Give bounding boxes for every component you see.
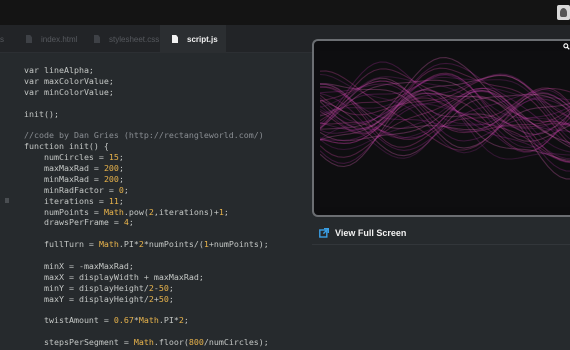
- fold-marker-icon[interactable]: [5, 198, 9, 203]
- code-line: maxX = displayWidth + maxMaxRad;: [24, 271, 204, 282]
- top-bar: [0, 0, 570, 25]
- tab-label: stylesheet.css: [109, 34, 160, 44]
- code-line: function init() {: [24, 141, 109, 152]
- code-line: init();: [24, 108, 59, 119]
- file-icon: [94, 35, 100, 43]
- code-line: var maxColorValue;: [24, 75, 114, 86]
- code-content[interactable]: var lineAlpha; var maxColorValue; var minC…: [24, 65, 269, 348]
- code-line: var minColorValue;: [24, 86, 114, 97]
- user-avatar[interactable]: [557, 5, 570, 20]
- search-icon[interactable]: [563, 43, 570, 50]
- code-line: //code by Dan Gries (http://rectanglewor…: [24, 130, 264, 141]
- code-line: iterations = 11;: [24, 195, 124, 206]
- file-icon: [172, 35, 178, 43]
- view-full-screen-label: View Full Screen: [335, 228, 407, 238]
- tab-stylesheet-css[interactable]: stylesheet.css: [86, 25, 160, 53]
- code-line: twistAmount = 0.67*Math.PI*2;: [24, 315, 189, 326]
- code-line: minX = -maxMaxRad;: [24, 261, 134, 272]
- tab-label: s: [0, 34, 4, 44]
- tab-partial[interactable]: s: [0, 25, 14, 53]
- code-line: numCircles = 15;: [24, 152, 124, 163]
- code-line: drawsPerFrame = 4;: [24, 217, 134, 228]
- code-line: fullTurn = Math.PI*2*numPoints/(1+numPoi…: [24, 239, 269, 250]
- file-icon: [26, 35, 32, 43]
- code-line: maxMaxRad = 200;: [24, 163, 124, 174]
- tab-label: script.js: [187, 34, 218, 44]
- preview-canvas: [320, 51, 570, 207]
- tab-script-js[interactable]: script.js: [160, 25, 226, 53]
- code-line: numPoints = Math.pow(2,iterations)+1;: [24, 206, 229, 217]
- code-line: var lineAlpha;: [24, 65, 94, 75]
- code-line: minRadFactor = 0;: [24, 184, 129, 195]
- tab-label: index.html: [41, 34, 78, 44]
- code-line: minMaxRad = 200;: [24, 173, 124, 184]
- code-line: maxY = displayHeight/2+50;: [24, 293, 174, 304]
- view-full-screen-button[interactable]: View Full Screen: [312, 222, 570, 245]
- code-line: stepsPerSegment = Math.floor(800/numCirc…: [24, 337, 269, 348]
- code-line: minY = displayHeight/2-50;: [24, 282, 174, 293]
- ribbon-artwork: [320, 57, 570, 180]
- preview-panel: [312, 39, 570, 217]
- tab-index-html[interactable]: index.html: [18, 25, 86, 53]
- external-link-icon: [319, 228, 329, 238]
